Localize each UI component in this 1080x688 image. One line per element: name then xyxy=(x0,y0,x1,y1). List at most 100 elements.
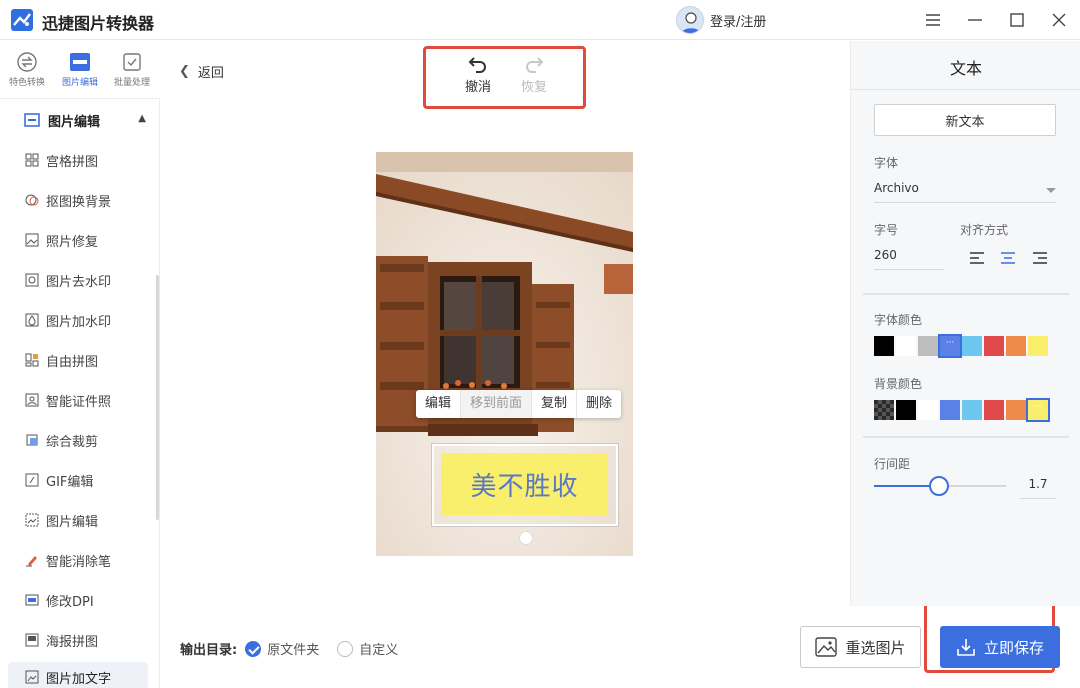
poster-icon xyxy=(25,633,39,647)
divider xyxy=(863,436,1069,438)
sidebar-item-label: 海报拼图 xyxy=(46,634,99,650)
bg-color-swatch[interactable]: ··· xyxy=(1028,400,1048,420)
id-photo-icon xyxy=(25,393,39,407)
align-right-icon[interactable] xyxy=(1032,251,1048,265)
sidebar-item-image-edit[interactable]: 图片编辑 xyxy=(8,505,148,535)
text-overlay[interactable]: 美不胜收 xyxy=(441,453,608,515)
font-size-input[interactable]: 260 xyxy=(874,248,944,270)
radio-original-folder[interactable] xyxy=(245,640,262,657)
font-color-swatch[interactable] xyxy=(1006,336,1026,356)
tab-batch[interactable]: 批量处理 xyxy=(106,51,158,88)
option-label: 原文件夹 xyxy=(267,643,320,658)
divider xyxy=(851,89,1080,90)
font-color-label: 字体颜色 xyxy=(874,313,923,327)
save-label: 立即保存 xyxy=(983,638,1044,657)
editor-area: ❮ 返回 撤消 恢复 编辑 移到前面 复制 删除 美不胜收 输出目录: 原文件夹… xyxy=(161,41,849,688)
cutout-icon xyxy=(25,194,39,206)
undo-redo-highlight: 撤消 恢复 xyxy=(423,46,586,109)
menu-icon[interactable] xyxy=(921,8,945,32)
avatar xyxy=(676,6,704,34)
section-header-image-edit[interactable]: 图片编辑 ▲ xyxy=(24,110,150,130)
font-color-swatch[interactable] xyxy=(1028,336,1048,356)
crop-icon xyxy=(26,434,38,446)
font-color-swatch[interactable] xyxy=(874,336,894,356)
size-label: 字号 xyxy=(874,223,899,237)
font-value: Archivo xyxy=(874,181,919,195)
line-spacing-value[interactable]: 1.7 xyxy=(1020,477,1056,499)
font-color-swatch[interactable] xyxy=(918,336,938,356)
sidebar-item-crop[interactable]: 综合裁剪 xyxy=(8,425,148,455)
undo-label: 撤消 xyxy=(464,80,491,95)
bg-color-swatch[interactable] xyxy=(940,400,960,420)
minimize-icon[interactable] xyxy=(963,8,987,32)
sidebar-item-grid-collage[interactable]: 宫格拼图 xyxy=(8,145,148,175)
sidebar-item-photo-repair[interactable]: 照片修复 xyxy=(8,225,148,255)
sidebar-item-add-watermark[interactable]: 图片加水印 xyxy=(8,305,148,335)
save-now-button[interactable]: 立即保存 xyxy=(940,626,1060,668)
sidebar-item-label: 照片修复 xyxy=(46,234,99,250)
sidebar-item-poster-collage[interactable]: 海报拼图 xyxy=(8,625,148,655)
slider-handle[interactable] xyxy=(928,476,949,496)
sidebar-item-label: 图片去水印 xyxy=(46,274,112,290)
context-edit[interactable]: 编辑 xyxy=(416,390,462,418)
sidebar-item-cutout[interactable]: 抠图换背景 xyxy=(8,185,148,215)
redo-button[interactable]: 恢复 xyxy=(514,55,554,95)
sidebar: 图片编辑 ▲ 宫格拼图 抠图换背景 照片修复 图片去水印 图片加水印 自由拼图 xyxy=(0,100,160,688)
sidebar-item-id-photo[interactable]: 智能证件照 xyxy=(8,385,148,415)
rotate-handle[interactable] xyxy=(519,531,533,545)
dpi-icon xyxy=(25,594,39,606)
new-text-button[interactable]: 新文本 xyxy=(874,104,1056,136)
font-color-swatch[interactable] xyxy=(962,336,982,356)
font-color-swatch[interactable]: ··· xyxy=(940,336,960,356)
line-spacing-slider[interactable] xyxy=(874,476,1006,496)
back-button[interactable]: ❮ 返回 xyxy=(179,62,224,81)
reselect-image-button[interactable]: 重选图片 xyxy=(800,626,921,668)
sidebar-item-free-collage[interactable]: 自由拼图 xyxy=(8,345,148,375)
sidebar-item-eraser-pen[interactable]: 智能消除笔 xyxy=(8,545,148,575)
tab-label: 批量处理 xyxy=(113,78,150,88)
maximize-icon[interactable] xyxy=(1005,8,1029,32)
sidebar-item-remove-watermark[interactable]: 图片去水印 xyxy=(8,265,148,295)
sidebar-item-label: 智能证件照 xyxy=(46,394,112,410)
font-color-swatch[interactable] xyxy=(896,336,916,356)
font-select[interactable]: Archivo xyxy=(874,181,1056,203)
close-icon[interactable] xyxy=(1047,8,1071,32)
convert-icon xyxy=(17,52,37,72)
font-label: 字体 xyxy=(874,156,899,170)
bg-color-swatch[interactable] xyxy=(918,400,938,420)
title-bar: 迅捷图片转换器 登录/注册 xyxy=(0,0,1080,40)
radio-custom[interactable] xyxy=(337,640,354,657)
context-delete[interactable]: 删除 xyxy=(577,390,621,418)
sidebar-scrollbar[interactable] xyxy=(156,275,159,520)
sidebar-item-label: 自由拼图 xyxy=(46,354,99,370)
tab-feature-convert[interactable]: 特色转换 xyxy=(1,51,53,88)
login-text: 登录/注册 xyxy=(710,14,767,30)
context-bring-forward[interactable]: 移到前面 xyxy=(461,390,533,418)
sidebar-item-label: 智能消除笔 xyxy=(46,554,112,570)
undo-button[interactable]: 撤消 xyxy=(458,55,498,95)
sidebar-item-gif-edit[interactable]: GIF编辑 xyxy=(8,465,148,495)
sidebar-item-label: 图片加水印 xyxy=(46,314,112,330)
edit-image-icon xyxy=(25,513,39,527)
grid-icon xyxy=(25,153,39,167)
sidebar-item-add-text[interactable]: 图片加文字 xyxy=(8,662,148,688)
align-center-icon[interactable] xyxy=(1000,251,1016,265)
app-window: 迅捷图片转换器 登录/注册 特色转换 图片编辑 批量处理 图片编辑 ▲ 宫格拼图… xyxy=(0,0,1080,688)
login-button[interactable]: 登录/注册 xyxy=(676,6,766,34)
bg-color-swatch[interactable] xyxy=(874,400,894,420)
tab-label: 图片编辑 xyxy=(61,78,98,88)
bg-color-swatch[interactable] xyxy=(962,400,982,420)
context-copy[interactable]: 复制 xyxy=(532,390,578,418)
font-color-swatch[interactable] xyxy=(984,336,1004,356)
image-icon xyxy=(815,637,838,657)
bg-color-swatch[interactable] xyxy=(1006,400,1026,420)
output-directory: 输出目录: 原文件夹 自定义 xyxy=(180,639,416,658)
align-left-icon[interactable] xyxy=(969,251,985,265)
bg-color-swatch[interactable] xyxy=(896,400,916,420)
sidebar-item-dpi[interactable]: 修改DPI xyxy=(8,585,148,615)
bg-color-swatch[interactable] xyxy=(984,400,1004,420)
remove-watermark-icon xyxy=(25,273,39,287)
bg-color-label: 背景颜色 xyxy=(874,377,923,391)
photo-repair-icon xyxy=(25,233,39,247)
tab-image-edit[interactable]: 图片编辑 xyxy=(54,51,106,88)
